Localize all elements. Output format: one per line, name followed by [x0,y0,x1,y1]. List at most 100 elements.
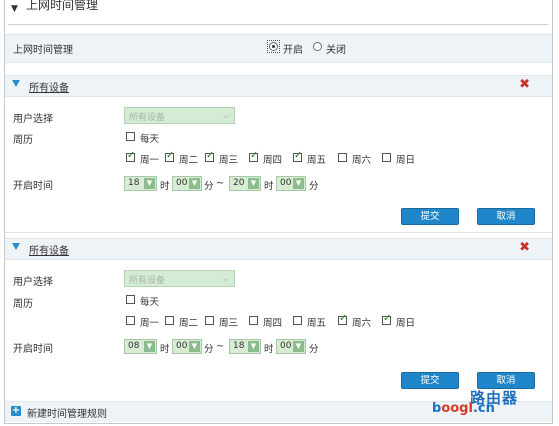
everyday-label: 每天 [140,297,160,308]
rule-1-header[interactable]: 所有设备 ✖ [5,75,552,97]
weekday-label: 周一 [140,155,160,166]
chevron-down-icon: ▼ [144,341,155,352]
everyday-checkbox-1[interactable] [126,132,135,141]
user-select-label: 用户选择 [13,277,53,288]
weekday-checkbox[interactable] [126,150,135,162]
weekday-checkbox[interactable] [338,313,347,325]
min-unit: 分 [204,344,214,355]
weekday-label: 周日 [396,318,416,329]
hour-unit: 时 [160,344,170,355]
weekday-checkbox[interactable] [293,150,302,162]
watermark-url: boogl.cn [432,401,495,416]
weekday-checkbox[interactable] [293,316,302,325]
tilde: ~ [216,341,224,352]
main-toggle-label: 上网时间管理 [13,45,73,56]
weekday-label: 周四 [263,155,283,166]
end-hour-select-2[interactable]: 18 ▼ [229,339,261,354]
chevron-down-icon: ▼ [293,178,304,189]
delete-rule-2-icon[interactable]: ✖ [519,240,530,255]
chevron-down-icon: ▼ [144,178,155,189]
chevron-down-icon: ▼ [189,178,200,189]
weekday-label: 周日 [396,155,416,166]
cancel-button-1[interactable]: 取消 [477,208,535,225]
section-divider [5,232,552,233]
rule-1-title[interactable]: 所有设备 [29,79,69,94]
user-select-2: 所有设备 ⌵ [124,270,235,287]
user-select-value: 所有设备 [129,276,166,286]
chevron-down-icon: ▼ [248,341,259,352]
hour-unit: 时 [264,344,274,355]
user-select-label: 用户选择 [13,114,53,125]
rule-2-header[interactable]: 所有设备 ✖ [5,238,552,260]
submit-button-2[interactable]: 提交 [401,372,459,389]
delete-rule-1-icon[interactable]: ✖ [519,77,530,92]
weekday-checkbox[interactable] [205,316,214,325]
weekday-label: 周六 [352,318,372,329]
radio-on-label: 开启 [283,45,303,56]
weekday-checkbox[interactable] [249,316,258,325]
user-select-value: 所有设备 [129,113,166,123]
plus-icon[interactable]: + [11,406,21,416]
chevron-down-icon: ▼ [189,341,200,352]
min-unit: 分 [309,344,319,355]
add-rule-label[interactable]: 新建时间管理规则 [27,405,107,420]
end-min-select-2[interactable]: 00 ▼ [276,339,306,354]
watermark-part: b [432,401,442,416]
weekday-label: 周三 [219,318,239,329]
weekday-label: 周五 [307,318,327,329]
weekday-label: 周四 [263,318,283,329]
weekday-checkbox[interactable] [382,153,391,162]
expand-triangle-icon[interactable] [12,80,20,87]
page-title: 上网时间管理 [26,0,99,12]
weekday-checkbox[interactable] [249,150,258,162]
start-hour-select-2[interactable]: 08 ▼ [124,339,157,354]
start-hour-value: 08 [128,341,140,351]
weekday-label: 周一 [140,318,160,329]
chevron-down-icon: ⌵ [222,274,230,283]
watermark-part: .cn [472,401,495,416]
weekday-label: 周五 [307,155,327,166]
chevron-down-icon: ▼ [293,341,304,352]
radio-off[interactable] [313,42,322,51]
time-label: 开启时间 [13,344,53,355]
weekday-checkbox[interactable] [165,150,174,162]
page-frame [4,0,553,424]
main-toggle-row: 上网时间管理 开启 关闭 [5,34,552,63]
weekday-label: 周二 [179,155,199,166]
start-min-select-2[interactable]: 00 ▼ [172,339,202,354]
collapse-triangle-icon[interactable]: ▼ [11,4,18,14]
calendar-label: 周历 [13,299,33,310]
expand-triangle-icon[interactable] [12,243,20,250]
weekday-label: 周二 [179,318,199,329]
min-unit: 分 [204,181,214,192]
watermark-part: oogl [441,401,473,416]
start-min-value: 00 [176,341,188,351]
start-min-select-1[interactable]: 00 ▼ [172,176,202,191]
weekday-checkbox[interactable] [126,316,135,325]
end-min-select-1[interactable]: 00 ▼ [276,176,306,191]
weekday-checkbox[interactable] [165,316,174,325]
weekday-checkbox[interactable] [382,313,391,325]
end-hour-select-1[interactable]: 20 ▼ [229,176,261,191]
everyday-label: 每天 [140,134,160,145]
hour-unit: 时 [160,181,170,192]
weekday-checkbox[interactable] [205,150,214,162]
start-hour-select-1[interactable]: 18 ▼ [124,176,157,191]
end-hour-value: 20 [233,178,245,188]
weekday-checkbox[interactable] [338,153,347,162]
everyday-checkbox-2[interactable] [126,295,135,304]
time-label: 开启时间 [13,181,53,192]
weekday-label: 周六 [352,155,372,166]
end-min-value: 00 [280,178,292,188]
user-select-1: 所有设备 ⌵ [124,107,235,124]
rule-2-title[interactable]: 所有设备 [29,242,69,257]
page-title-row: ▼ 上网时间管理 [8,0,548,22]
end-min-value: 00 [280,341,292,351]
submit-button-1[interactable]: 提交 [401,208,459,225]
radio-on[interactable] [269,42,278,51]
chevron-down-icon: ▼ [248,178,259,189]
end-hour-value: 18 [233,341,245,351]
start-min-value: 00 [176,178,188,188]
weekday-label: 周三 [219,155,239,166]
start-hour-value: 18 [128,178,140,188]
